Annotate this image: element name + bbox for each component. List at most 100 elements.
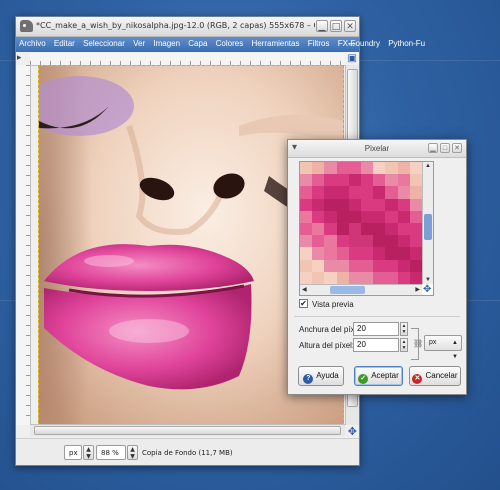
minimize-button[interactable]: ▁: [316, 20, 328, 32]
navigate-icon[interactable]: ✥: [348, 425, 357, 438]
horizontal-scrollbar[interactable]: [30, 424, 345, 436]
maximize-button[interactable]: □: [330, 20, 342, 32]
preview-pixel-block: [336, 210, 349, 223]
preview-pixel-block: [397, 222, 410, 236]
menu-editar[interactable]: Editar: [51, 37, 78, 48]
preview-pixel-block: [385, 198, 398, 211]
preview-pixel-block: [409, 198, 422, 211]
dialog-maximize-button[interactable]: □: [440, 143, 450, 153]
zoom-selector[interactable]: 88 %: [96, 445, 126, 460]
preview-pixel-block: [300, 162, 313, 175]
preview-pixel-block: [348, 259, 361, 272]
preview-pixel-block: [397, 259, 410, 272]
menu-filtros[interactable]: Filtros: [305, 37, 333, 48]
preview-pixel-block: [397, 235, 410, 248]
preview-vertical-scrollbar[interactable]: ▲ ▼: [422, 162, 433, 284]
preview-pixel-block: [324, 235, 337, 248]
preview-pixel-block: [409, 271, 422, 284]
separator: [294, 316, 460, 317]
preview-pixel-block: [385, 162, 398, 175]
preview-pixel-block: [397, 210, 410, 223]
preview-pixel-block: [300, 259, 313, 272]
preview-pixel-block: [324, 271, 337, 284]
dialog-titlebar[interactable]: ▾ Pixelar ▁ □ ✕: [288, 140, 466, 158]
preview-pixel-block: [385, 174, 398, 187]
preview-pixel-block: [312, 186, 325, 199]
spin-arrows-icon: ▲ ▼: [452, 340, 458, 360]
preview-pixel-block: [312, 247, 325, 260]
quick-mask-icon[interactable]: ▸: [17, 53, 22, 63]
preview-pixel-block: [348, 210, 361, 223]
menu-ver[interactable]: Ver: [130, 37, 148, 48]
preview-pixel-block: [324, 174, 337, 187]
preview-pixel-block: [385, 235, 398, 248]
preview-checkbox-label[interactable]: Vista previa: [312, 300, 354, 309]
chain-link-icon[interactable]: ⛓: [413, 339, 423, 348]
preview-pixel-block: [300, 235, 313, 248]
vertical-ruler[interactable]: [16, 65, 31, 425]
preview-pixel-block: [373, 198, 386, 211]
menu-imagen[interactable]: Imagen: [150, 37, 183, 48]
help-button[interactable]: ? Ayuda: [298, 366, 344, 386]
preview-pixel-block: [373, 210, 386, 223]
preview-pixel-block: [397, 198, 410, 211]
close-button[interactable]: ✕: [344, 20, 356, 32]
preview-pixel-block: [348, 186, 361, 199]
preview-pixel-block: [360, 210, 374, 223]
preview-pixel-block: [300, 247, 313, 260]
preview-pixel-block: [397, 186, 410, 199]
zoom-fit-icon[interactable]: ▣: [348, 53, 357, 64]
cancel-button-label: Cancelar: [425, 371, 458, 380]
dialog-minimize-button[interactable]: ▁: [428, 143, 438, 153]
preview-pixel-block: [360, 198, 374, 211]
ok-button[interactable]: ✓ Aceptar: [354, 366, 403, 386]
menu-archivo[interactable]: Archivo: [16, 37, 49, 48]
preview-pixel-block: [336, 222, 349, 236]
preview-pixel-block: [300, 210, 313, 223]
layer-info: Copia de Fondo (11,7 MB): [142, 449, 233, 457]
preview-pixel-block: [348, 247, 361, 260]
preview-pixel-block: [348, 271, 361, 284]
pixel-width-spinner[interactable]: ▲ ▼: [400, 322, 408, 336]
preview-checkbox[interactable]: ✔: [299, 299, 308, 308]
window-titlebar[interactable]: *CC_make_a_wish_by_nikosalpha.jpg-12.0 (…: [16, 17, 359, 37]
gimp-app-icon: [20, 20, 33, 32]
pixel-width-input[interactable]: 20: [353, 322, 399, 336]
preview-pixel-block: [385, 222, 398, 236]
pixel-height-spinner[interactable]: ▲ ▼: [400, 338, 408, 352]
preview-pixel-block: [348, 162, 361, 175]
unit-dropdown[interactable]: px ▲ ▼: [424, 335, 462, 360]
preview-pixel-block: [324, 222, 337, 236]
pixel-height-label: Altura del píxel:: [299, 341, 355, 350]
menu-capa[interactable]: Capa: [185, 37, 210, 48]
menu-python-fu[interactable]: Python-Fu: [385, 37, 428, 48]
menu-colores[interactable]: Colores: [213, 37, 247, 48]
dialog-close-button[interactable]: ✕: [452, 143, 462, 153]
preview-pixel-block: [300, 222, 313, 236]
zoom-selector-arrows[interactable]: ▲ ▼: [127, 445, 138, 460]
preview-area[interactable]: ▲ ▼ ◀ ▶: [299, 161, 434, 296]
menu-seleccionar[interactable]: Seleccionar: [80, 37, 128, 48]
preview-pixel-block: [324, 259, 337, 272]
preview-pixel-block: [312, 198, 325, 211]
preview-pixel-block: [360, 186, 374, 199]
unit-selector[interactable]: px: [64, 445, 82, 460]
pixelated-preview: [300, 162, 422, 284]
preview-horizontal-scrollbar[interactable]: ◀ ▶: [300, 284, 422, 295]
preview-pixel-block: [336, 271, 349, 284]
cancel-button[interactable]: ✕ Cancelar: [409, 366, 461, 386]
preview-pixel-block: [409, 247, 422, 260]
menu-overflow-icon[interactable]: ⇨: [348, 39, 356, 50]
menu-bar: Archivo Editar Seleccionar Ver Imagen Ca…: [16, 37, 425, 52]
help-icon: ?: [303, 374, 314, 384]
pixel-height-input[interactable]: 20: [353, 338, 399, 352]
menu-fx-foundry[interactable]: FX-Foundry: [335, 37, 383, 48]
preview-pixel-block: [409, 210, 422, 223]
unit-selector-arrows[interactable]: ▲ ▼: [83, 445, 94, 460]
preview-pixel-block: [397, 271, 410, 284]
preview-navigate-icon[interactable]: ✥: [423, 284, 431, 295]
preview-pixel-block: [324, 198, 337, 211]
menu-herramientas[interactable]: Herramientas: [248, 37, 302, 48]
preview-pixel-block: [348, 174, 361, 187]
preview-pixel-block: [360, 162, 374, 175]
